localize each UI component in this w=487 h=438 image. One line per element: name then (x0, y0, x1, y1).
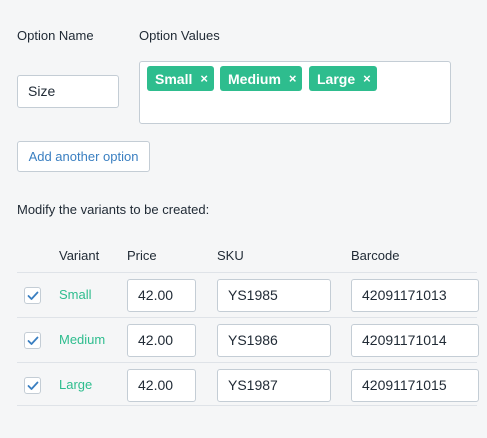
price-input[interactable]: 42.00 (127, 279, 196, 312)
variant-name: Medium (59, 332, 106, 347)
price-input[interactable]: 42.00 (127, 324, 196, 357)
close-icon[interactable]: × (200, 72, 208, 85)
column-header-variant: Variant (59, 248, 100, 263)
checkmark-icon (27, 336, 39, 345)
barcode-input[interactable]: 42091171013 (351, 279, 479, 312)
sku-input[interactable]: YS1986 (217, 324, 331, 357)
option-name-field[interactable]: Size (17, 75, 119, 108)
option-name-label: Option Name (17, 28, 94, 43)
close-icon[interactable]: × (363, 72, 371, 85)
variant-name: Small (59, 287, 92, 302)
sku-input[interactable]: YS1987 (217, 369, 331, 402)
close-icon[interactable]: × (289, 72, 297, 85)
tag-label: Small (155, 70, 193, 87)
modify-variants-heading: Modify the variants to be created: (17, 202, 210, 217)
checkmark-icon (27, 291, 39, 300)
table-row: Small 42.00 YS1985 42091171013 (17, 272, 479, 316)
option-values-label: Option Values (139, 28, 220, 43)
variant-checkbox[interactable] (24, 287, 41, 304)
variant-options-page: { "labels": { "option_name": "Option Nam… (0, 0, 487, 438)
variant-checkbox[interactable] (24, 377, 41, 394)
barcode-input[interactable]: 42091171014 (351, 324, 479, 357)
column-header-sku: SKU (217, 248, 244, 263)
variant-name: Large (59, 377, 93, 392)
tag-label: Large (317, 70, 356, 87)
value-tag-large: Large × (309, 66, 377, 91)
price-input[interactable]: 42.00 (127, 369, 196, 402)
barcode-input[interactable]: 42091171015 (351, 369, 479, 402)
value-tag-small: Small × (147, 66, 214, 91)
option-values-field[interactable]: Small × Medium × Large × (139, 61, 451, 124)
tag-label: Medium (228, 70, 281, 87)
checkmark-icon (27, 381, 39, 390)
column-header-price: Price (127, 248, 157, 263)
add-another-option-button[interactable]: Add another option (17, 141, 150, 172)
sku-input[interactable]: YS1985 (217, 279, 331, 312)
table-row: Medium 42.00 YS1986 42091171014 (17, 317, 479, 361)
value-tag-medium: Medium × (220, 66, 303, 91)
column-header-barcode: Barcode (351, 248, 400, 263)
table-row: Large 42.00 YS1987 42091171015 (17, 362, 479, 406)
variant-checkbox[interactable] (24, 332, 41, 349)
